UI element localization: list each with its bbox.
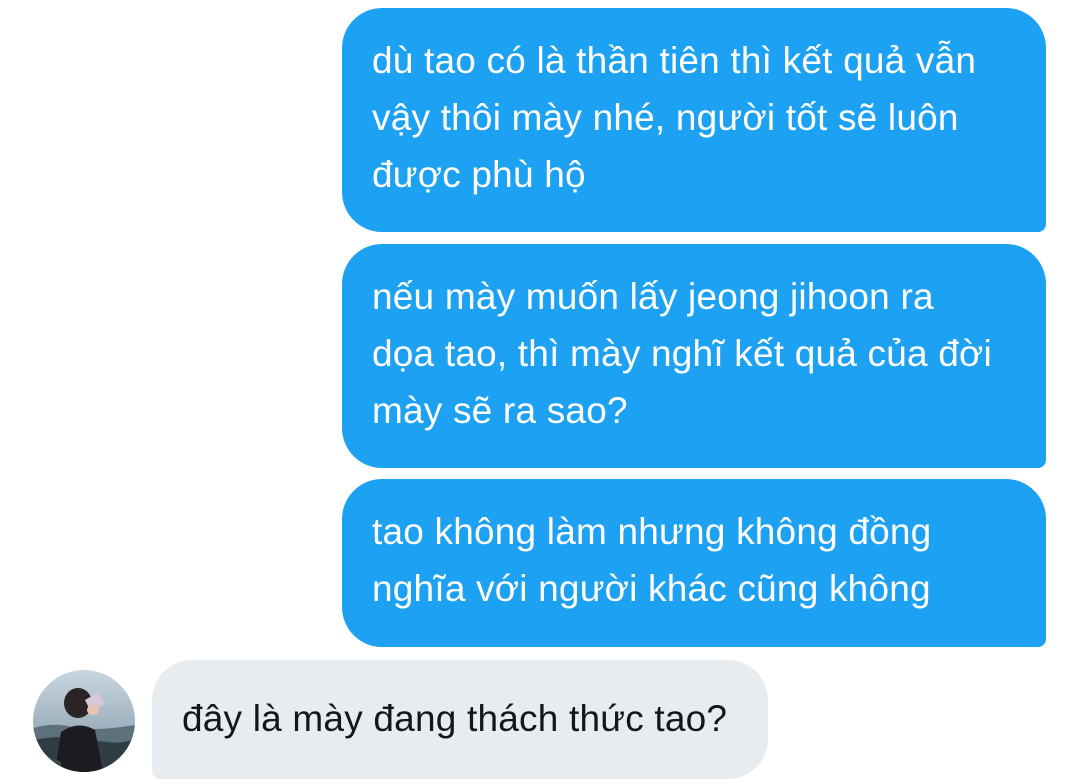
message-text: đây là mày đang thách thức tao? [182, 698, 728, 739]
sent-message-bubble[interactable]: tao không làm nhưng không đồng nghĩa với… [342, 479, 1046, 647]
received-message-bubble[interactable]: đây là mày đang thách thức tao? [152, 660, 768, 779]
sent-message-bubble[interactable]: dù tao có là thần tiên thì kết quả vẫn v… [342, 8, 1046, 232]
message-text-line: tao không làm nhưng không đồng [372, 511, 932, 552]
message-text-line: được phù hộ [372, 154, 586, 195]
user-avatar[interactable] [33, 670, 135, 772]
message-thread: dù tao có là thần tiên thì kết quả vẫn v… [0, 0, 1080, 779]
avatar-photo-icon [33, 670, 135, 772]
sent-message-bubble[interactable]: nếu mày muốn lấy jeong jihoon ra dọa tao… [342, 244, 1046, 468]
message-text-line: dọa tao, thì mày nghĩ kết quả của đời [372, 333, 992, 374]
message-text-line: mày sẽ ra sao? [372, 390, 628, 431]
message-text-line: vậy thôi mày nhé, người tốt sẽ luôn [372, 97, 959, 138]
message-text-line: nghĩa với người khác cũng không [372, 568, 931, 609]
message-text-line: nếu mày muốn lấy jeong jihoon ra [372, 276, 934, 317]
message-text-line: dù tao có là thần tiên thì kết quả vẫn [372, 40, 977, 81]
